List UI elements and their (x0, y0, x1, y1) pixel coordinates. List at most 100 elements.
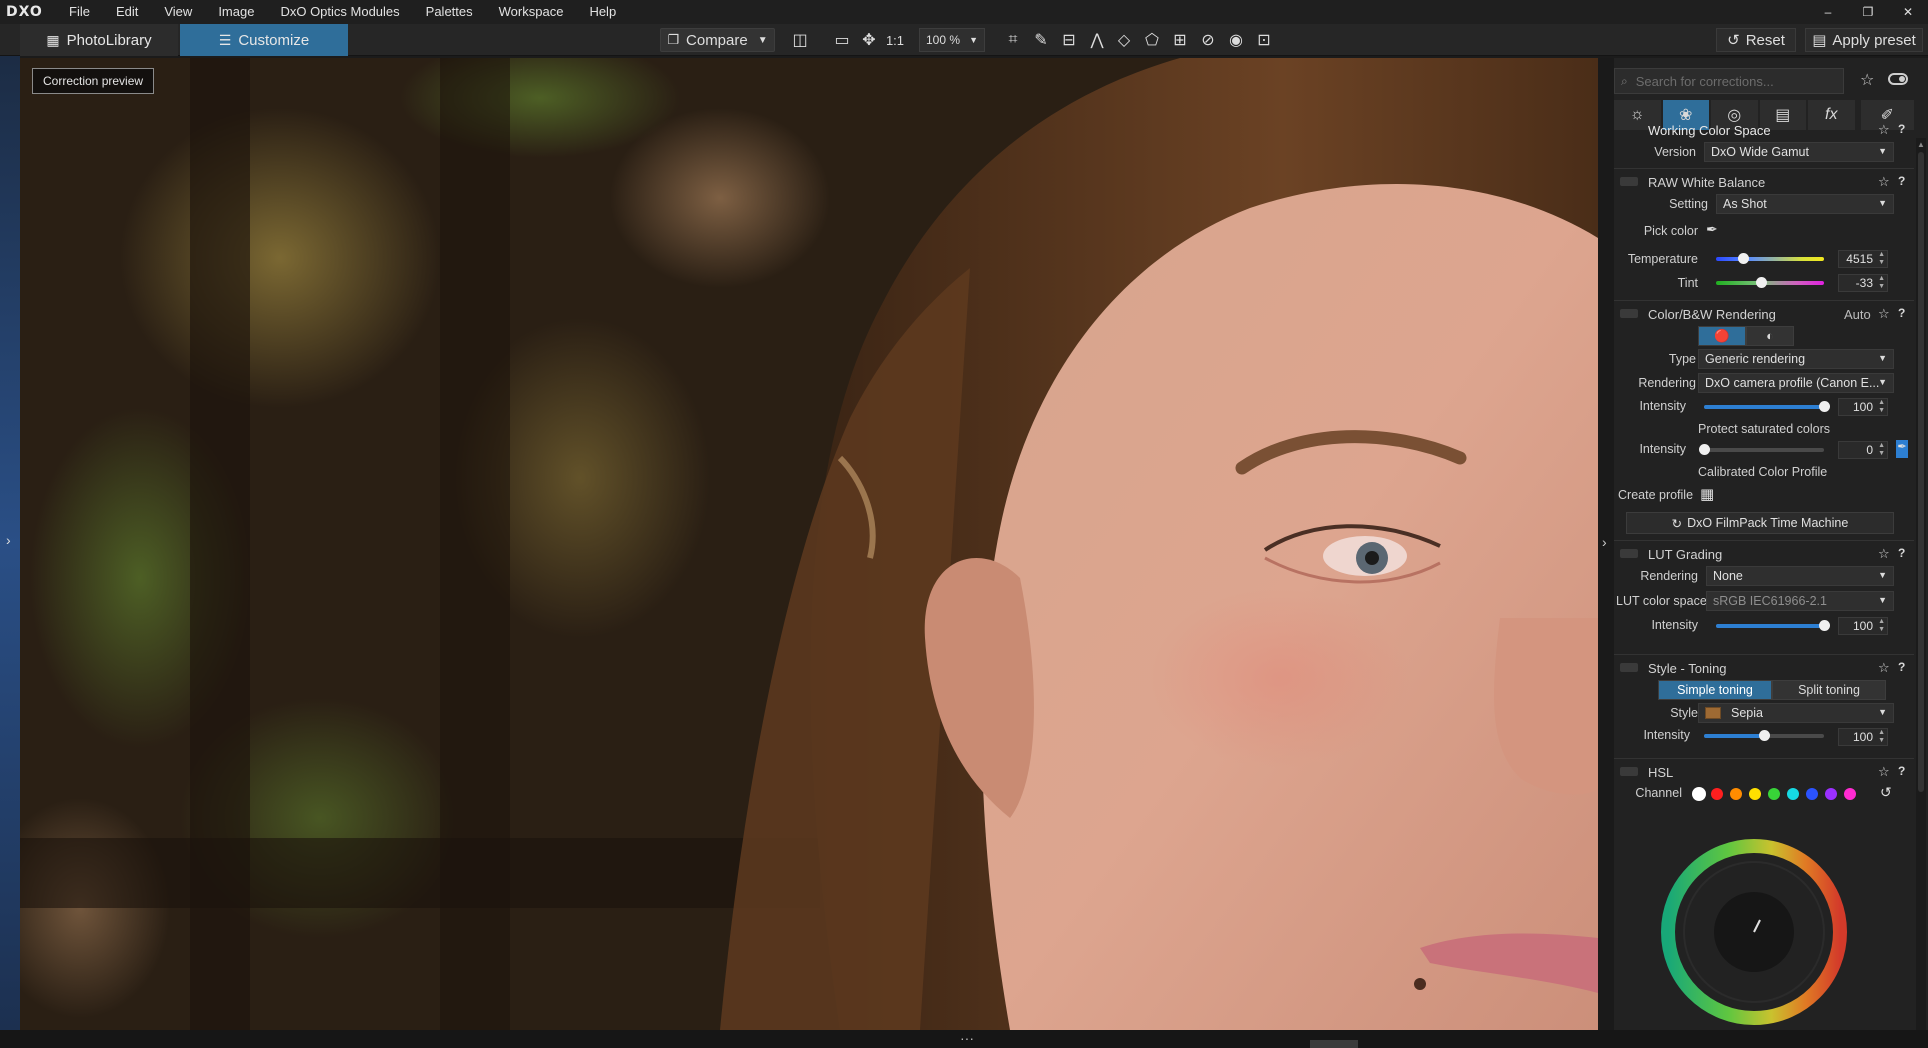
lut-intensity-value[interactable]: 100 ▲ ▼ (1838, 617, 1888, 635)
slider-knob[interactable] (1819, 401, 1830, 412)
lut-colorspace-dropdown[interactable]: sRGB IEC61966-2.1 ▼ (1706, 591, 1894, 611)
color-mode-icon[interactable]: 🔴 (1698, 326, 1746, 346)
channel-dot[interactable] (1806, 788, 1818, 800)
version-dropdown[interactable]: DxO Wide Gamut ▼ (1704, 142, 1894, 162)
temperature-slider[interactable] (1716, 252, 1824, 266)
section-enable-toggle[interactable] (1620, 767, 1638, 776)
spinner-icon[interactable]: ▲ ▼ (1878, 275, 1885, 291)
help-icon[interactable]: ? (1898, 122, 1905, 136)
channel-dot[interactable] (1844, 788, 1856, 800)
help-icon[interactable]: ? (1898, 660, 1905, 674)
panel-scrollbar[interactable]: ▲ (1916, 138, 1926, 1030)
menu-file[interactable]: File (56, 0, 103, 24)
rendering-intensity-slider[interactable] (1704, 400, 1830, 414)
temperature-value[interactable]: 4515 ▲ ▼ (1838, 250, 1888, 268)
star-icon[interactable]: ☆ (1878, 306, 1890, 322)
tint-value[interactable]: -33 ▲ ▼ (1838, 274, 1888, 292)
toning-intensity-value[interactable]: 100 ▲ ▼ (1838, 728, 1888, 746)
channel-dot[interactable] (1768, 788, 1780, 800)
bw-mode-icon[interactable]: ◐ (1746, 326, 1794, 346)
type-dropdown[interactable]: Generic rendering ▼ (1698, 349, 1894, 369)
spinner-icon[interactable]: ▲ ▼ (1878, 251, 1885, 267)
help-icon[interactable]: ? (1898, 174, 1905, 188)
section-enable-toggle[interactable] (1620, 663, 1638, 672)
menu-optics-modules[interactable]: DxO Optics Modules (267, 0, 412, 24)
rendering-intensity-value[interactable]: 100 ▲ ▼ (1838, 398, 1888, 416)
scroll-up-icon[interactable]: ▲ (1917, 140, 1925, 149)
section-header[interactable]: Working Color Space ☆ ? (1614, 120, 1914, 140)
spinner-icon[interactable]: ▲ ▼ (1878, 399, 1885, 415)
one-to-one-button[interactable]: 1:1 (883, 28, 907, 52)
lut-intensity-slider[interactable] (1716, 619, 1830, 633)
menu-image[interactable]: Image (205, 0, 267, 24)
eyedropper-icon[interactable]: ✎ (1029, 28, 1053, 52)
channel-dot[interactable] (1692, 787, 1706, 801)
menu-view[interactable]: View (151, 0, 205, 24)
spinner-icon[interactable]: ▲ ▼ (1878, 729, 1885, 745)
apply-preset-button[interactable]: ▤ Apply preset (1805, 28, 1923, 52)
move-icon[interactable]: ✥ (857, 28, 881, 52)
tab-customize[interactable]: ☰ Customize (180, 24, 348, 56)
split-toning-tab[interactable]: Split toning (1772, 680, 1886, 700)
perspective-icon[interactable]: ⋀ (1085, 28, 1109, 52)
left-panel-toggle[interactable]: › (0, 56, 20, 1030)
slider-knob[interactable] (1759, 730, 1770, 741)
perspective-8pt-icon[interactable]: ⬠ (1140, 28, 1164, 52)
redeye-icon[interactable]: ⊡ (1252, 28, 1276, 52)
zoom-dropdown[interactable]: 100 % ▼ (919, 28, 985, 52)
star-icon[interactable]: ☆ (1878, 764, 1890, 780)
protect-intensity-value[interactable]: 0 ▲ ▼ (1838, 441, 1888, 459)
section-header[interactable]: HSL ☆ ? (1614, 762, 1914, 782)
help-icon[interactable]: ? (1898, 764, 1905, 778)
search-input[interactable]: ⌕ Search for corrections... (1614, 68, 1844, 94)
active-corrections-toggle[interactable] (1888, 73, 1908, 85)
channel-dot[interactable] (1749, 788, 1761, 800)
repair-icon[interactable]: ⊘ (1196, 28, 1220, 52)
minimize-button[interactable]: – (1808, 0, 1848, 24)
style-dropdown[interactable]: Sepia ▼ (1698, 703, 1894, 723)
star-icon[interactable]: ☆ (1878, 122, 1890, 138)
eyedropper-icon[interactable]: ✒ (1706, 221, 1718, 238)
volume-deformation-icon[interactable]: ⊞ (1168, 28, 1192, 52)
toning-intensity-slider[interactable] (1704, 729, 1824, 743)
star-icon[interactable]: ☆ (1878, 660, 1890, 676)
protect-picker-icon[interactable]: ✒ (1896, 440, 1908, 458)
slider-knob[interactable] (1819, 620, 1830, 631)
favorites-star-icon[interactable]: ☆ (1860, 70, 1874, 90)
channel-dot[interactable] (1825, 788, 1837, 800)
auto-button[interactable]: Auto (1844, 307, 1871, 322)
reset-channel-icon[interactable]: ↺ (1880, 784, 1892, 801)
filmpack-time-machine-button[interactable]: ↻ DxO FilmPack Time Machine (1626, 512, 1894, 534)
image-viewer[interactable]: Correction preview (20, 58, 1598, 1030)
protect-intensity-slider[interactable] (1699, 443, 1824, 457)
split-view-icon[interactable]: ◫ (788, 28, 812, 52)
slider-knob[interactable] (1738, 253, 1749, 264)
tab-photolibrary[interactable]: ▦ PhotoLibrary (20, 24, 178, 56)
channel-dot[interactable] (1711, 788, 1723, 800)
eye-icon[interactable]: ◉ (1224, 28, 1248, 52)
menu-workspace[interactable]: Workspace (486, 0, 577, 24)
channel-dot[interactable] (1730, 788, 1742, 800)
horizon-icon[interactable]: ⊟ (1057, 28, 1081, 52)
section-header[interactable]: Color/B&W Rendering Auto ☆ ? (1614, 304, 1914, 324)
perspective-rect-icon[interactable]: ◇ (1112, 28, 1136, 52)
menu-palettes[interactable]: Palettes (413, 0, 486, 24)
close-button[interactable]: ✕ (1888, 0, 1928, 24)
star-icon[interactable]: ☆ (1878, 546, 1890, 562)
setting-dropdown[interactable]: As Shot ▼ (1716, 194, 1894, 214)
reset-button[interactable]: ↺ Reset (1716, 28, 1796, 52)
section-header[interactable]: RAW White Balance ☆ ? (1614, 172, 1914, 192)
restore-button[interactable]: ❐ (1848, 0, 1888, 24)
spinner-icon[interactable]: ▲ ▼ (1878, 618, 1885, 634)
hsl-color-wheel[interactable] (1654, 822, 1854, 1030)
section-enable-toggle[interactable] (1620, 549, 1638, 558)
crop-icon[interactable]: ⌗ (1001, 28, 1025, 52)
section-header[interactable]: Style - Toning ☆ ? (1614, 658, 1914, 678)
section-enable-toggle[interactable] (1620, 309, 1638, 318)
help-icon[interactable]: ? (1898, 546, 1905, 560)
section-enable-toggle[interactable] (1620, 177, 1638, 186)
drag-handle-icon[interactable]: ··· (960, 1030, 974, 1046)
tint-slider[interactable] (1716, 276, 1824, 290)
slider-knob[interactable] (1699, 444, 1710, 455)
slider-knob[interactable] (1756, 277, 1768, 288)
